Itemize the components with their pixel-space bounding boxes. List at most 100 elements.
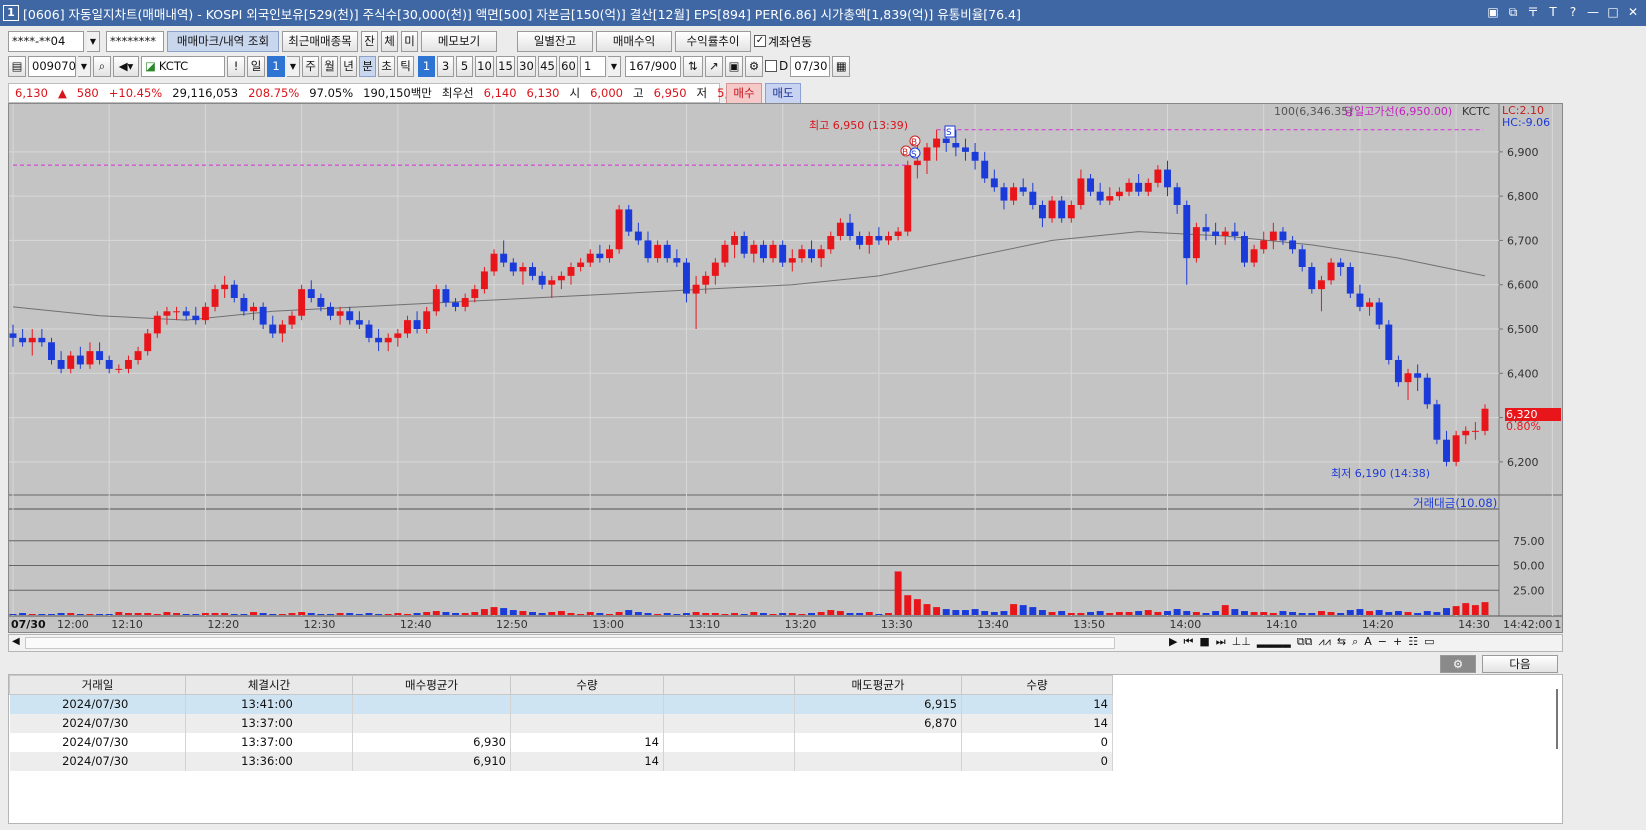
memo-button[interactable]: 메모보기: [421, 30, 497, 52]
period-tick[interactable]: 틱: [397, 55, 414, 77]
recent-trades-button[interactable]: 최근매매종목: [282, 30, 358, 52]
window-btn-3[interactable]: T: [1546, 4, 1560, 20]
table-scrollbar[interactable]: [1556, 689, 1558, 749]
interval-45[interactable]: 45: [538, 55, 557, 77]
vol-tick-label: 25.00: [1513, 584, 1545, 597]
table-row[interactable]: 2024/07/30 13:36:00 6,910 14 0: [9, 751, 1113, 771]
calendar-icon[interactable]: ▦: [832, 55, 851, 77]
volume-bar: [307, 613, 315, 615]
hc-label: HC:-9.06: [1502, 116, 1550, 129]
interval-1[interactable]: 1: [418, 55, 435, 77]
scroll-left-icon[interactable]: ◀: [12, 636, 20, 647]
close-icon[interactable]: ✕: [1626, 4, 1640, 20]
interval-60[interactable]: 60: [559, 55, 578, 77]
stock-name-field[interactable]: ◪ KCTC: [141, 55, 225, 77]
draw-tool-icon[interactable]: ↗: [705, 55, 723, 77]
count-input[interactable]: 167/900: [625, 55, 681, 77]
help-icon[interactable]: ?: [1566, 4, 1580, 20]
period-day[interactable]: 일: [247, 55, 265, 77]
period-second[interactable]: 초: [378, 55, 395, 77]
col-exec-time[interactable]: 체결시간: [185, 675, 353, 695]
date-checkbox[interactable]: [765, 60, 777, 72]
trade-profit-button[interactable]: 매매수익: [596, 30, 672, 52]
period-month[interactable]: 월: [321, 55, 338, 77]
period-minute[interactable]: 분: [359, 55, 376, 77]
window-btn-1[interactable]: ⧉: [1506, 4, 1520, 20]
period-year[interactable]: 년: [340, 55, 357, 77]
scroll-thumb[interactable]: [25, 637, 1115, 649]
account-dropdown[interactable]: ▼: [87, 30, 100, 52]
account-input[interactable]: ****-**04: [8, 30, 84, 52]
alert-icon[interactable]: !: [227, 55, 245, 77]
password-input[interactable]: ********: [106, 30, 164, 52]
col-buy-qty[interactable]: 수량: [510, 675, 664, 695]
last-icon[interactable]: ⏭: [1216, 635, 1226, 649]
candle-body: [57, 360, 65, 369]
layout-icon[interactable]: ▤: [8, 55, 26, 77]
chart-scrollbar[interactable]: ◀ ▶ ⏮ ■ ⏭ ⊥⊥ ▂▂▂▂ ⧉⧉ ⩘⩘ ⇆ ⌕ A − + ☷ ▭: [8, 634, 1563, 652]
period-count-dropdown[interactable]: ▼: [287, 55, 300, 77]
chart-area[interactable]: 6,9006,8006,7006,6006,5006,4006,3006,200…: [8, 103, 1563, 633]
list-icon[interactable]: ▭: [1424, 635, 1434, 649]
che-button[interactable]: 체: [381, 30, 398, 52]
sell-button[interactable]: 매도: [765, 82, 801, 104]
stock-code-dropdown[interactable]: ▼: [78, 55, 91, 77]
measure-icon[interactable]: ⊥⊥: [1232, 635, 1251, 649]
search-zoom-icon[interactable]: ⌕: [1352, 635, 1358, 649]
interval-30[interactable]: 30: [517, 55, 536, 77]
period-week[interactable]: 주: [302, 55, 319, 77]
maximize-icon[interactable]: □: [1606, 4, 1620, 20]
zoom-area-icon[interactable]: ⧉⧉: [1297, 635, 1313, 649]
interval-15[interactable]: 15: [496, 55, 515, 77]
volume-bar: [259, 613, 267, 615]
col-buy-avg[interactable]: 매수평균가: [352, 675, 511, 695]
interval-3[interactable]: 3: [437, 55, 454, 77]
multiplier-input[interactable]: 1: [580, 55, 606, 77]
compare-icon[interactable]: ⇆: [1337, 635, 1346, 649]
checkbox-icon[interactable]: ✓: [754, 35, 766, 47]
volume-bar: [981, 611, 989, 615]
return-trend-button[interactable]: 수익률추이: [675, 30, 751, 52]
col-sell-avg[interactable]: 매도평균가: [794, 675, 962, 695]
sound-icon[interactable]: ◀▾: [113, 55, 139, 77]
stop-icon[interactable]: ■: [1199, 635, 1209, 649]
table-row[interactable]: 2024/07/30 13:37:00 6,870 14: [9, 713, 1113, 733]
mi-button[interactable]: 미: [401, 30, 418, 52]
search-icon[interactable]: ⌕: [93, 55, 111, 77]
candle-type-icon[interactable]: ⇅: [683, 55, 703, 77]
next-button[interactable]: 다음: [1482, 655, 1558, 673]
zoom-out-icon[interactable]: −: [1378, 635, 1387, 649]
zoom-in-icon[interactable]: +: [1393, 635, 1402, 649]
volume-bar: [403, 614, 411, 615]
col-trade-date[interactable]: 거래일: [9, 675, 186, 695]
link-account-toggle[interactable]: ✓ 계좌연동: [754, 33, 812, 50]
date-input[interactable]: 07/30: [790, 55, 831, 77]
save-icon[interactable]: ▣: [725, 55, 743, 77]
window-btn-2[interactable]: 〒: [1526, 4, 1540, 20]
minimize-icon[interactable]: —: [1586, 4, 1600, 20]
gear-icon[interactable]: ⚙: [1440, 655, 1476, 673]
price-chart[interactable]: 6,9006,8006,7006,6006,5006,4006,3006,200…: [9, 104, 1562, 632]
scroll-right-icon[interactable]: ▶: [1169, 635, 1177, 649]
first-icon[interactable]: ⏮: [1183, 635, 1193, 649]
col-sell-qty[interactable]: 수량: [961, 675, 1113, 695]
trade-mark-button[interactable]: 매매마크/내역 조회: [167, 30, 279, 52]
table-row[interactable]: 2024/07/30 13:41:00 6,915 14: [9, 694, 1113, 714]
period-day-count[interactable]: 1: [267, 55, 285, 77]
daily-balance-button[interactable]: 일별잔고: [517, 30, 593, 52]
interval-10[interactable]: 10: [475, 55, 494, 77]
text-icon[interactable]: A: [1364, 635, 1372, 649]
candle-body: [124, 360, 132, 369]
stock-code-input[interactable]: 009070: [28, 55, 76, 77]
interval-5[interactable]: 5: [456, 55, 473, 77]
settings-icon[interactable]: ⚙: [745, 55, 763, 77]
jan-button[interactable]: 잔: [361, 30, 378, 52]
indicator-icon[interactable]: ⩘⩘: [1318, 635, 1330, 649]
bar-icon[interactable]: ▂▂▂▂: [1257, 635, 1291, 649]
buy-button[interactable]: 매수: [726, 82, 762, 104]
window-btn-0[interactable]: ▣: [1486, 4, 1500, 20]
multiplier-dropdown[interactable]: ▼: [608, 55, 621, 77]
grid-icon[interactable]: ☷: [1408, 635, 1418, 649]
table-row[interactable]: 2024/07/30 13:37:00 6,930 14 0: [9, 732, 1113, 752]
volume-bar: [471, 612, 479, 615]
